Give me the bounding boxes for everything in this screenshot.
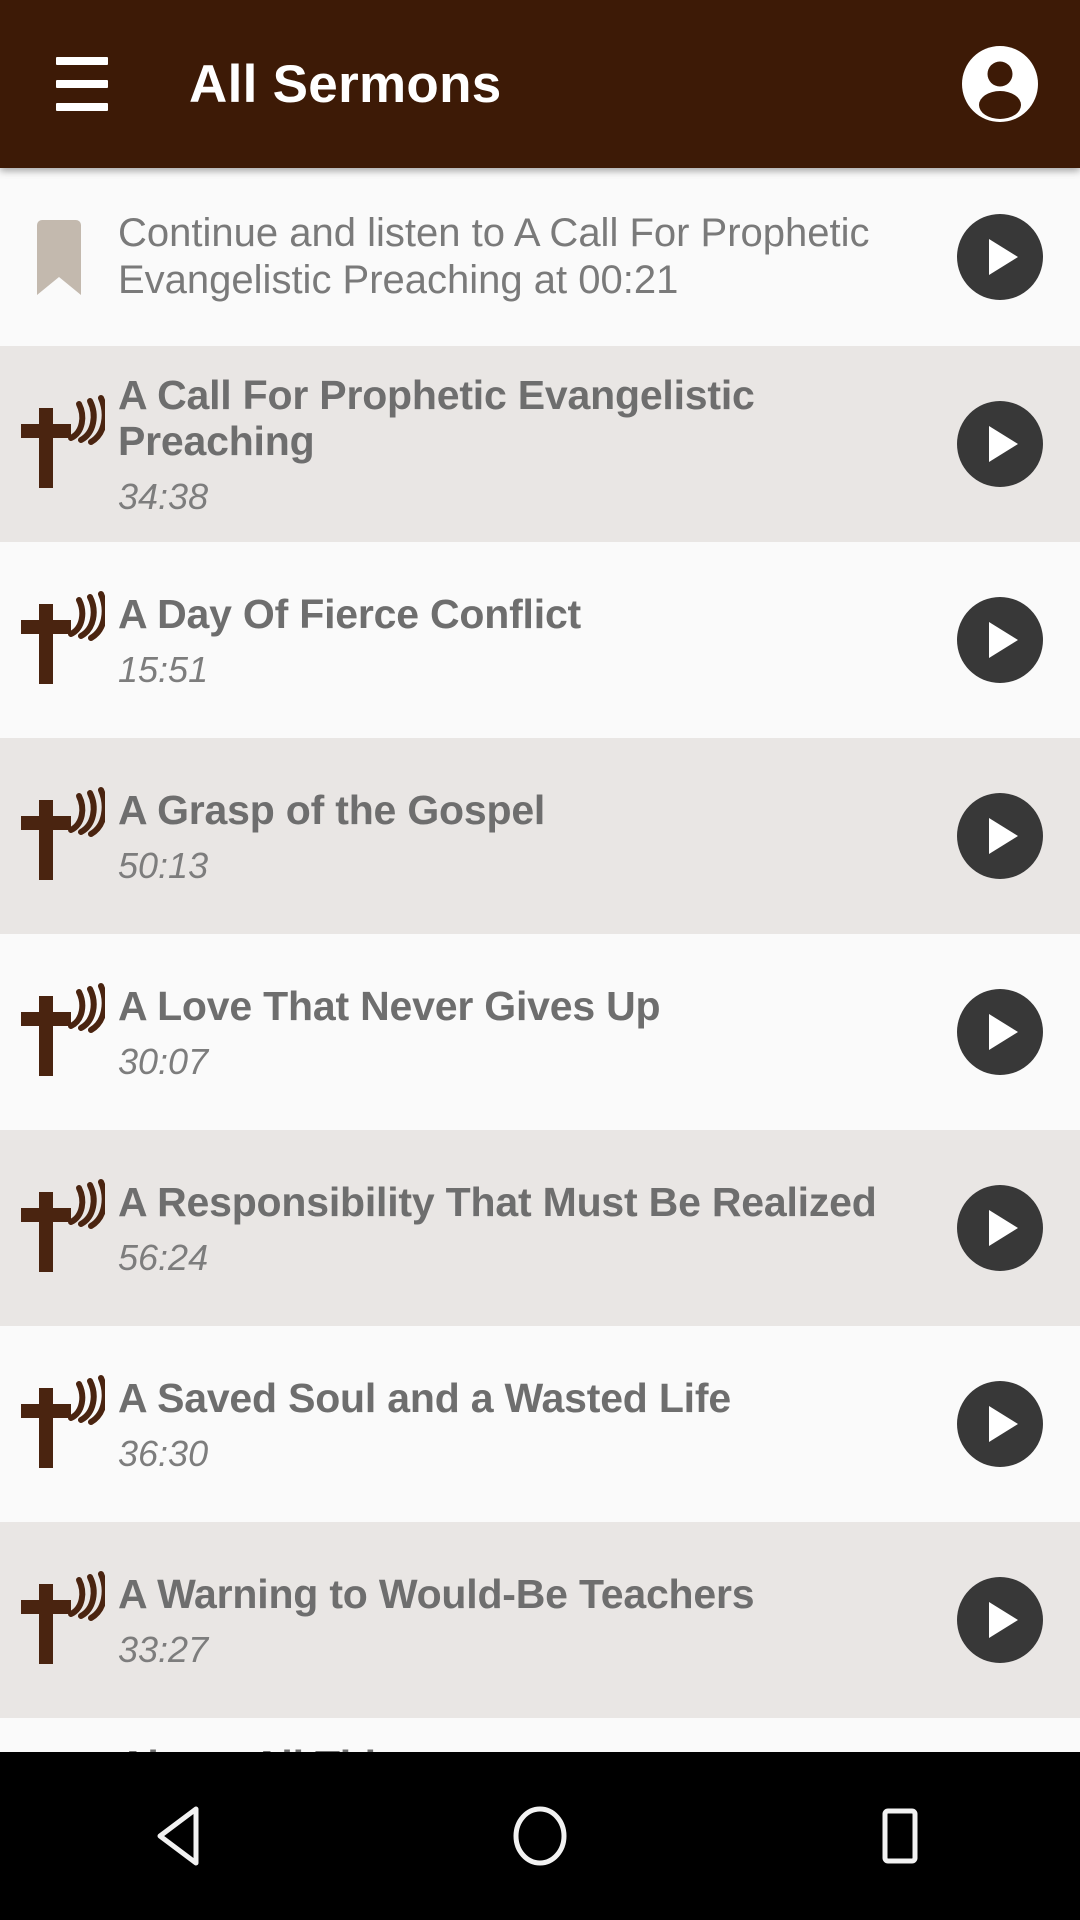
sermon-title: A Grasp of the Gospel [118, 787, 546, 834]
sermon-row[interactable]: A Saved Soul and a Wasted Life 36:30 [0, 1326, 1080, 1523]
sermon-text-block: A Grasp of the Gospel 50:13 [118, 787, 920, 885]
sermon-row[interactable]: A Responsibility That Must Be Realized 56… [0, 1130, 1080, 1327]
sermon-icon-cell [0, 394, 118, 494]
sermon-row[interactable]: A Love That Never Gives Up 30:07 [0, 934, 1080, 1131]
cross-with-soundwaves-icon [21, 591, 105, 685]
sermon-text-block: A Warning to Would-Be Teachers 33:27 [118, 1571, 920, 1669]
play-cell [920, 597, 1080, 684]
menu-bar-3 [56, 103, 108, 111]
app-bar: All Sermons [0, 0, 1080, 168]
cross-with-soundwaves-icon [21, 1571, 105, 1665]
play-cell [920, 1718, 1080, 1752]
sermon-row[interactable]: Above All Things [0, 1718, 1080, 1752]
sermon-title: A Responsibility That Must Be Realized [118, 1179, 877, 1226]
sermon-icon-cell [0, 786, 118, 886]
hamburger-menu-icon[interactable] [45, 47, 119, 121]
continue-listening-row[interactable]: Continue and listen to A Call For Prophe… [0, 168, 1080, 346]
sermon-title: A Warning to Would-Be Teachers [118, 1571, 755, 1618]
sermon-text-block: A Love That Never Gives Up 30:07 [118, 983, 920, 1081]
play-icon[interactable] [957, 597, 1043, 684]
sermon-text-block: A Responsibility That Must Be Realized 56… [118, 1179, 920, 1277]
app-root: All Sermons Continue and listen to A Cal… [0, 0, 1080, 1920]
sermon-duration: 33:27 [118, 1628, 209, 1670]
sermon-text-block: Above All Things [118, 1718, 920, 1752]
sermon-duration: 30:07 [118, 1040, 209, 1082]
play-icon[interactable] [957, 214, 1043, 300]
sermon-row[interactable]: A Call For Prophetic Evangelistic Preach… [0, 346, 1080, 543]
menu-bar-2 [56, 80, 108, 88]
cross-with-soundwaves-icon [21, 787, 105, 881]
sermon-row[interactable]: A Day Of Fierce Conflict 15:51 [0, 542, 1080, 739]
play-icon[interactable] [957, 1185, 1043, 1272]
sermon-icon-cell [0, 1718, 118, 1752]
play-cell [920, 401, 1080, 488]
play-icon[interactable] [957, 1381, 1043, 1468]
sermon-text-block: A Saved Soul and a Wasted Life 36:30 [118, 1375, 920, 1473]
play-cell [920, 989, 1080, 1076]
menu-bar-1 [56, 57, 108, 65]
sermon-duration: 50:13 [118, 844, 209, 886]
cross-with-soundwaves-icon [21, 1179, 105, 1273]
back-icon[interactable] [90, 1776, 270, 1896]
play-cell [920, 1577, 1080, 1664]
sermon-icon-cell [0, 982, 118, 1082]
account-circle-icon[interactable] [961, 45, 1039, 123]
bookmark-icon-cell [0, 219, 118, 295]
sermon-rows-container: A Call For Prophetic Evangelistic Preach… [0, 346, 1080, 1752]
sermon-duration: 36:30 [118, 1432, 209, 1474]
play-icon[interactable] [957, 401, 1043, 488]
sermon-icon-cell [0, 1570, 118, 1670]
bookmark-icon [37, 220, 81, 295]
sermon-duration: 56:24 [118, 1236, 209, 1278]
sermon-icon-cell [0, 1178, 118, 1278]
sermon-text-block: A Call For Prophetic Evangelistic Preach… [118, 372, 920, 516]
sermon-duration: 15:51 [118, 648, 209, 690]
cross-with-soundwaves-icon [21, 1375, 105, 1469]
sermon-row[interactable]: A Warning to Would-Be Teachers 33:27 [0, 1522, 1080, 1719]
sermon-row[interactable]: A Grasp of the Gospel 50:13 [0, 738, 1080, 935]
recents-icon[interactable] [810, 1776, 990, 1896]
home-icon[interactable] [450, 1776, 630, 1896]
sermon-title: Above All Things [118, 1742, 906, 1752]
play-cell [920, 214, 1080, 300]
android-navigation-bar [0, 1752, 1080, 1920]
page-title: All Sermons [189, 54, 502, 114]
play-cell [920, 793, 1080, 880]
continue-listening-text: Continue and listen to A Call For Prophe… [118, 210, 870, 302]
sermon-duration: 34:38 [118, 475, 209, 517]
sermon-icon-cell [0, 1374, 118, 1474]
cross-with-soundwaves-icon [21, 395, 105, 489]
sermon-title: A Love That Never Gives Up [118, 983, 661, 1030]
play-icon[interactable] [957, 793, 1043, 880]
play-cell [920, 1185, 1080, 1272]
sermon-icon-cell [0, 590, 118, 690]
cross-with-soundwaves-icon [21, 983, 105, 1077]
sermon-title: A Saved Soul and a Wasted Life [118, 1375, 731, 1422]
sermon-list[interactable]: Continue and listen to A Call For Prophe… [0, 168, 1080, 1752]
play-cell [920, 1381, 1080, 1468]
play-icon[interactable] [957, 989, 1043, 1076]
play-icon[interactable] [957, 1577, 1043, 1664]
sermon-title: A Call For Prophetic Evangelistic Preach… [118, 372, 755, 465]
sermon-title: A Day Of Fierce Conflict [118, 591, 581, 638]
sermon-text-block: A Day Of Fierce Conflict 15:51 [118, 591, 920, 689]
